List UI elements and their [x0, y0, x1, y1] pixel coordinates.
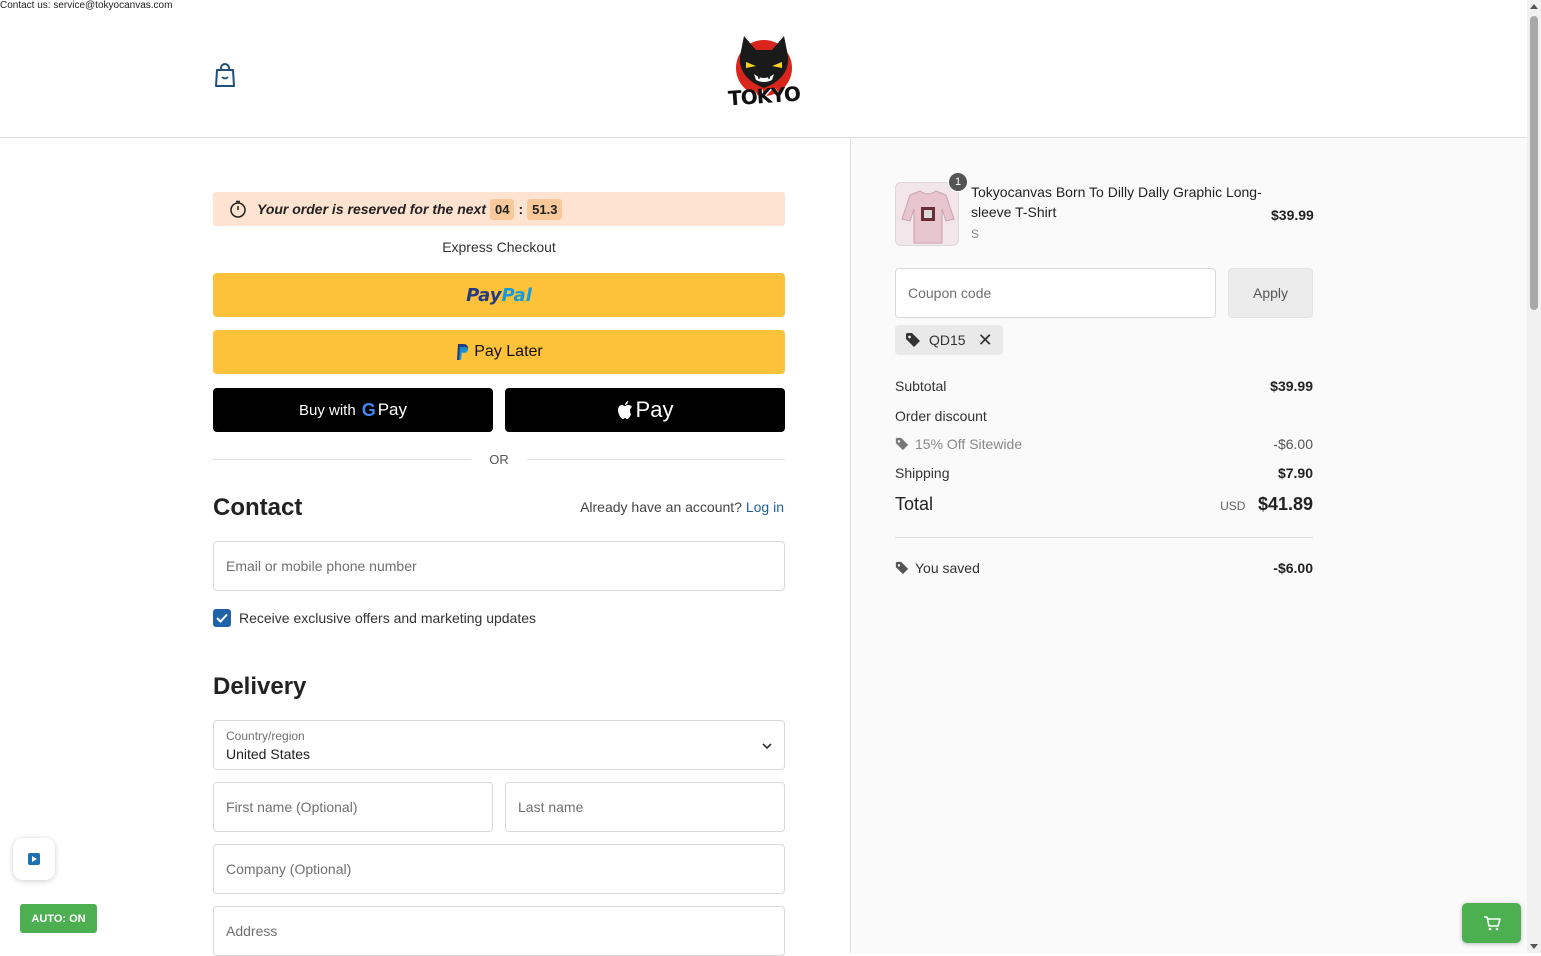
- currency-code: USD: [1220, 499, 1246, 513]
- scroll-thumb[interactable]: [1530, 16, 1538, 310]
- subtotal-label: Subtotal: [895, 378, 947, 394]
- timer-seconds: 51.3: [527, 198, 563, 220]
- coupon-code-label: QD15: [929, 332, 966, 348]
- pay-later-label: Pay Later: [474, 343, 543, 360]
- saved-value: -$6.00: [1273, 560, 1313, 576]
- scroll-up-arrow[interactable]: [1530, 4, 1538, 9]
- pay-later-button[interactable]: Pay Later: [213, 330, 785, 374]
- chevron-down-icon: [762, 743, 772, 750]
- saved-label: You saved: [915, 560, 980, 576]
- shopping-bag-icon[interactable]: [214, 62, 236, 88]
- product-variant: S: [971, 227, 980, 241]
- applied-coupon-tag: QD15 ✕: [895, 325, 1003, 355]
- cart-float-button[interactable]: [1462, 903, 1521, 943]
- or-divider: OR: [213, 450, 785, 468]
- reservation-timer-banner: Your order is reserved for the next 04 :…: [213, 192, 785, 226]
- address-field[interactable]: [213, 906, 785, 956]
- gpay-prefix: Buy with: [298, 401, 356, 419]
- product-name: Tokyocanvas Born To Dilly Dally Graphic …: [971, 184, 1262, 220]
- discount-name: 15% Off Sitewide: [915, 436, 1023, 452]
- account-prompt: Already have an account? Log in: [580, 499, 784, 515]
- paypal-button[interactable]: PayPal: [213, 273, 785, 317]
- page-scrollbar[interactable]: [1527, 0, 1541, 953]
- total-row: Total USD $41.89: [895, 494, 1313, 515]
- product-thumbnail: [895, 182, 959, 246]
- apply-coupon-button[interactable]: Apply: [1228, 268, 1313, 318]
- first-name-field[interactable]: [213, 782, 493, 832]
- subtotal-row: Subtotal $39.99: [895, 378, 1313, 394]
- gpay-label: Pay: [377, 400, 407, 419]
- country-value: United States: [226, 746, 311, 762]
- tag-icon: [906, 333, 920, 347]
- address-input[interactable]: [214, 907, 784, 955]
- last-name-field[interactable]: [505, 782, 785, 832]
- contact-heading: Contact: [213, 494, 303, 521]
- auto-toggle-badge[interactable]: AUTO: ON: [20, 904, 97, 933]
- quantity-badge: 1: [948, 172, 968, 192]
- apple-pay-button[interactable]: Pay: [505, 388, 785, 432]
- total-value: $41.89: [1257, 494, 1313, 514]
- first-name-input[interactable]: [214, 783, 492, 831]
- or-label: OR: [489, 451, 509, 467]
- delivery-heading: Delivery: [213, 673, 307, 700]
- discount-value: -$6.00: [1273, 436, 1313, 452]
- site-header: TOKYO: [0, 0, 1527, 138]
- order-discount-label: Order discount: [895, 408, 987, 424]
- tag-icon: [895, 561, 909, 575]
- scroll-down-arrow[interactable]: [1530, 944, 1538, 949]
- cart-icon: [1483, 916, 1501, 931]
- paypal-p-icon: [457, 344, 469, 360]
- google-pay-button[interactable]: Buy with G Pay: [213, 388, 493, 432]
- apple-pay-label: Pay: [635, 397, 674, 422]
- marketing-label: Receive exclusive offers and marketing u…: [239, 610, 537, 626]
- timer-text: Your order is reserved for the next: [257, 201, 486, 217]
- apple-icon: [617, 400, 632, 419]
- play-icon: [28, 853, 40, 865]
- order-discount-row: Order discount: [895, 408, 1313, 424]
- video-widget-button[interactable]: [13, 838, 55, 880]
- logo-text: TOKYO: [727, 81, 801, 111]
- company-input[interactable]: [214, 845, 784, 893]
- google-g-icon: G: [361, 399, 376, 420]
- company-field[interactable]: [213, 844, 785, 894]
- shipping-label: Shipping: [895, 465, 950, 481]
- tokyo-logo[interactable]: TOKYO: [724, 34, 804, 111]
- savings-row: You saved -$6.00: [895, 560, 1313, 576]
- shipping-row: Shipping $7.90: [895, 465, 1313, 481]
- discount-detail-row: 15% Off Sitewide -$6.00: [895, 436, 1313, 452]
- total-label: Total: [895, 494, 934, 514]
- country-select[interactable]: Country/region United States: [213, 720, 785, 770]
- account-prompt-text: Already have an account?: [580, 499, 742, 515]
- summary-divider: [895, 537, 1313, 538]
- marketing-optin-row[interactable]: Receive exclusive offers and marketing u…: [213, 609, 536, 627]
- paypal-icon: PayPal: [466, 284, 532, 306]
- login-link[interactable]: Log in: [746, 499, 784, 515]
- timer-minutes: 04: [490, 198, 515, 220]
- product-price: $39.99: [1271, 207, 1314, 223]
- stopwatch-icon: [230, 200, 246, 218]
- checkout-form-column: Your order is reserved for the next 04 :…: [0, 138, 851, 956]
- tshirt-image-icon: [901, 190, 955, 244]
- close-icon[interactable]: ✕: [978, 331, 993, 349]
- last-name-input[interactable]: [506, 783, 784, 831]
- order-summary-column: 1 Tokyocanvas Born To Dilly Dally Graphi…: [852, 138, 1527, 953]
- marketing-checkbox[interactable]: [213, 609, 231, 627]
- subtotal-value: $39.99: [1270, 378, 1313, 394]
- tag-icon: [895, 437, 909, 451]
- country-label: Country/region: [226, 729, 305, 743]
- email-input[interactable]: [214, 542, 784, 590]
- checkmark-icon: [216, 613, 228, 623]
- coupon-input[interactable]: [896, 269, 1215, 317]
- express-checkout-label: Express Checkout: [442, 239, 556, 255]
- timer-colon: :: [518, 201, 524, 217]
- coupon-field[interactable]: [895, 268, 1216, 318]
- shipping-value: $7.90: [1277, 465, 1313, 481]
- email-field[interactable]: [213, 541, 785, 591]
